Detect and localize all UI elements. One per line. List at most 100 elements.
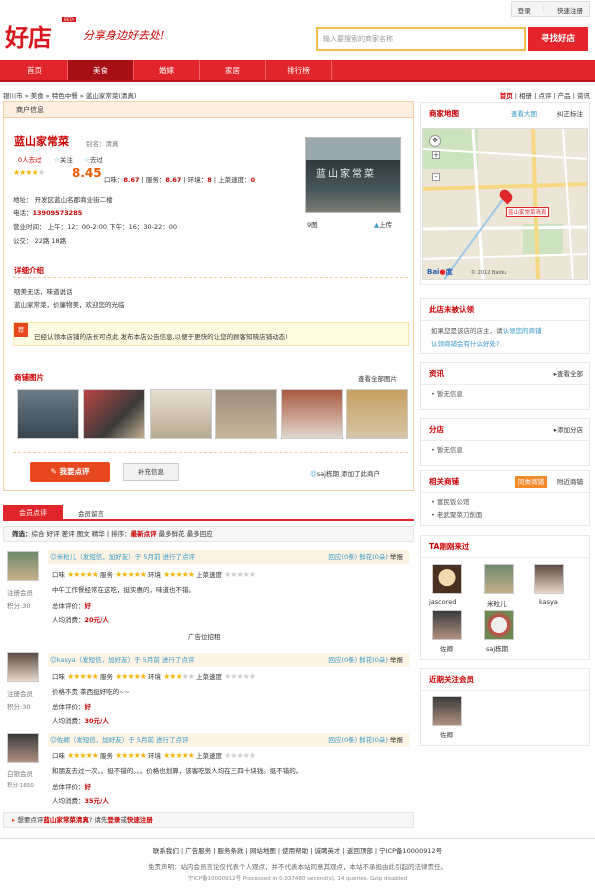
visitor-name[interactable]: 佐卿: [440, 643, 453, 653]
visitor-name[interactable]: 米粒儿: [487, 598, 507, 608]
upload-link[interactable]: ▲上传: [374, 219, 392, 229]
zoom-in-icon[interactable]: +: [432, 151, 440, 159]
write-review-button[interactable]: ✎ 我要点评: [30, 462, 110, 482]
breadcrumb[interactable]: 银川市 » 美食 » 特色中餐 » 蓝山家常菜(清真): [3, 90, 136, 100]
tab-member-messages[interactable]: 会员留言: [78, 508, 104, 518]
gallery-photo[interactable]: [281, 389, 343, 439]
gallery-photo[interactable]: [150, 389, 212, 439]
review-text: 和朋友去过一次。。挺不错的。。。价格也划算，该客吃饭人均在三四十块钱。挺不错的。: [52, 767, 303, 775]
tab-home[interactable]: 首页: [500, 92, 513, 100]
review-total: 总体评价：好: [52, 783, 91, 791]
follower-name[interactable]: 佐卿: [440, 729, 453, 739]
map-view[interactable]: ✥ + - 蓝山家常菜清真 Bai●度 © 2012 Baidu: [422, 128, 588, 280]
shop-bus: 公交： 22路 18路: [13, 237, 67, 245]
user-icon: ☺: [50, 656, 57, 664]
avatar[interactable]: [432, 610, 462, 640]
follow-button[interactable]: ☆关注: [54, 154, 73, 164]
gallery-more-link[interactable]: 查看全部图片: [358, 373, 397, 383]
footer-links[interactable]: 联系我们 | 广告服务 | 服务条款 | 网站地图 | 使用帮助 | 诚聘英才 …: [0, 839, 595, 855]
big-map-link[interactable]: 查看大图: [511, 103, 537, 125]
tab-products[interactable]: 产品: [558, 92, 571, 100]
user-icon: ☺: [50, 553, 57, 561]
footer: 联系我们 | 广告服务 | 服务条款 | 网站地图 | 使用帮助 | 诚聘英才 …: [0, 838, 595, 882]
register-link[interactable]: 快速注册: [551, 2, 589, 16]
review-text: 价格不贵 茶西挺好吃的~~: [52, 688, 130, 696]
map-label: 蓝山家常菜清真: [506, 207, 549, 217]
news-box: 资讯 ▸查看全部 • 暂无信息: [420, 362, 590, 410]
gallery-photo[interactable]: [17, 389, 79, 439]
branch-box: 分店 ▸添加分店 • 暂无信息: [420, 418, 590, 466]
avatar[interactable]: [7, 652, 39, 682]
arrow-icon: ▸: [12, 816, 16, 824]
avatar[interactable]: [484, 610, 514, 640]
related-item[interactable]: • 富民饭公馆: [421, 493, 589, 509]
shop-hours: 营业时间： 上午：12：00-2:00 下午：16：30-22：00: [13, 223, 178, 231]
avatar[interactable]: [432, 564, 462, 594]
member-level: 白银会员: [7, 770, 33, 778]
tab-nearby-shops[interactable]: 附近商铺: [557, 471, 583, 493]
avatar[interactable]: [7, 551, 39, 581]
claim-benefit-link[interactable]: 认领商铺会有什么好处?: [421, 338, 589, 351]
review-header: ☺kasya（发短信，加好友）于 5月前 进行了点评 回应(0条) 鲜花(0朵)…: [48, 653, 409, 667]
login-link[interactable]: 登录: [512, 2, 537, 16]
review-avg: 人均消费：35元/人: [52, 797, 109, 805]
news-empty: • 暂无信息: [431, 390, 463, 398]
search-button[interactable]: 寻找好店: [528, 27, 588, 51]
map-pan-icon[interactable]: ✥: [429, 135, 441, 147]
footer-stats: 宁ICP备10000912号 Processed in 0.037480 sec…: [187, 876, 408, 882]
avatar[interactable]: [432, 696, 462, 726]
claim-notice: 荐 已经认领本店铺的店长可点此 发布本店公告信息,以便于更快的让您的顾客知晓店铺…: [13, 322, 409, 346]
top-links: 登录 | 快速注册: [510, 1, 590, 17]
map-copyright: © 2012 Baidu: [471, 270, 507, 276]
member-points: 积分:30: [7, 602, 31, 610]
baidu-logo: Bai●度: [427, 268, 453, 276]
gallery-photo[interactable]: [346, 389, 408, 439]
avatar[interactable]: [534, 564, 564, 594]
added-by: ☺saj栋期 添加了此商户: [310, 470, 381, 478]
nav-ranking[interactable]: 排行榜: [266, 60, 332, 80]
tab-similar-shops[interactable]: 同类商铺: [515, 476, 547, 488]
related-box: 相关商铺 同类商铺 附近商铺 • 富民饭公馆 • 老武聚菜刀削面: [420, 470, 590, 526]
tab-news[interactable]: 资讯: [577, 92, 590, 100]
avatar[interactable]: [484, 564, 514, 594]
visitor-name[interactable]: jascored: [429, 598, 456, 606]
panel-title: 商户信息: [4, 102, 413, 118]
main-nav: 首页 美食 婚嫁 家居 排行榜: [0, 60, 595, 82]
review-tabs: 会员点评 会员留言: [3, 505, 414, 521]
tab-member-reviews[interactable]: 会员点评: [3, 505, 63, 521]
fix-marker-link[interactable]: 纠正标注: [557, 103, 583, 125]
map-roads: [423, 129, 587, 279]
login-prompt: ▸ 想要点评蓝山家常菜清真? 请先登录或快速注册: [3, 812, 414, 828]
nav-home[interactable]: 首页: [2, 60, 68, 80]
add-info-button[interactable]: 补充信息: [123, 463, 179, 481]
went-button[interactable]: ☆去过: [84, 154, 103, 164]
site-logo[interactable]: 好店: [5, 18, 52, 53]
gallery-photo[interactable]: [215, 389, 277, 439]
shop-alias: 别名：清真: [86, 140, 119, 148]
zoom-out-icon[interactable]: -: [432, 173, 440, 181]
visitor-name[interactable]: kasya: [539, 598, 558, 606]
ad-slot[interactable]: 广告位招租: [188, 631, 221, 641]
view-tabs: 首页 | 相册 | 点评 | 产品 | 资讯: [499, 92, 590, 100]
review-text: 中午工作餐经常在这吃，挺实惠的，味道也不错。: [52, 586, 195, 594]
news-more-link[interactable]: ▸查看全部: [554, 363, 583, 385]
tab-reviews[interactable]: 点评: [538, 92, 551, 100]
divider: [13, 452, 408, 453]
nav-wedding[interactable]: 婚嫁: [134, 60, 200, 80]
rating-stars: ★★★★★: [13, 168, 45, 177]
detail-line2: 蓝山家常菜，价廉物美，欢迎您的光临: [14, 301, 125, 309]
nav-home-decor[interactable]: 家居: [200, 60, 266, 80]
add-branch-link[interactable]: ▸添加分店: [554, 419, 583, 441]
tab-album[interactable]: 相册: [519, 92, 532, 100]
footer-disclaimer: 免责声明：站内会员言论仅代表个人观点，并不代表本站同意其观点，本站不承担由此引起…: [148, 863, 447, 871]
avatar[interactable]: [7, 733, 39, 763]
shop-main-photo[interactable]: 蓝山家常菜: [305, 137, 401, 213]
related-item[interactable]: • 老武聚菜刀削面: [421, 509, 589, 522]
nav-food[interactable]: 美食: [68, 60, 134, 80]
beta-badge: BETA: [62, 17, 77, 22]
visitor-name[interactable]: saj栋期: [486, 643, 508, 653]
photo-count[interactable]: 9图: [307, 219, 318, 229]
gallery-photo[interactable]: [83, 389, 145, 439]
rating-score: 8.45: [72, 166, 102, 180]
search-input[interactable]: 输入要搜索的商家名称: [316, 27, 526, 51]
